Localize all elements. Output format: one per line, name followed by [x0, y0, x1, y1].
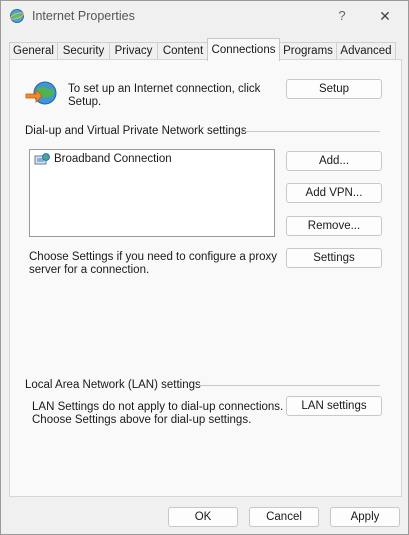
ok-button[interactable]: OK: [168, 507, 238, 527]
apply-button[interactable]: Apply: [330, 507, 400, 527]
dialup-group-divider: [240, 131, 380, 132]
proxy-settings-line1: Choose Settings if you need to configure…: [29, 251, 278, 263]
setup-instructions-line1: To set up an Internet connection, click: [68, 83, 261, 95]
tab-security[interactable]: Security: [57, 42, 110, 60]
internet-setup-icon: [25, 81, 57, 105]
connection-name: Broadband Connection: [54, 153, 172, 165]
dialup-group-label: Dial-up and Virtual Private Network sett…: [25, 125, 247, 137]
lan-group-divider: [198, 385, 380, 386]
settings-button[interactable]: Settings: [286, 248, 382, 268]
tab-programs[interactable]: Programs: [279, 42, 337, 60]
tab-content[interactable]: Content: [157, 42, 209, 60]
lan-settings-button[interactable]: LAN settings: [286, 396, 382, 416]
lan-info-line1: LAN Settings do not apply to dial-up con…: [32, 401, 284, 413]
remove-connection-button[interactable]: Remove...: [286, 216, 382, 236]
setup-instructions-line2: Setup.: [68, 96, 102, 108]
connections-listbox[interactable]: Broadband Connection: [29, 149, 275, 237]
add-vpn-button[interactable]: Add VPN...: [286, 183, 382, 203]
tab-connections[interactable]: Connections: [207, 38, 280, 61]
network-connection-icon: [34, 153, 50, 165]
add-connection-button[interactable]: Add...: [286, 151, 382, 171]
lan-group-label: Local Area Network (LAN) settings: [25, 379, 201, 391]
lan-info-line2: Choose Settings above for dial-up settin…: [32, 414, 252, 426]
internet-globe-icon: [9, 9, 25, 23]
proxy-settings-line2: server for a connection.: [29, 264, 150, 276]
setup-button[interactable]: Setup: [286, 79, 382, 99]
title-bar: Internet Properties ? ✕: [1, 1, 408, 33]
close-button[interactable]: ✕: [371, 5, 399, 27]
cancel-button[interactable]: Cancel: [249, 507, 319, 527]
help-button[interactable]: ?: [332, 5, 352, 27]
internet-properties-window: Internet Properties ? ✕ General Security…: [0, 0, 409, 535]
tab-privacy[interactable]: Privacy: [109, 42, 158, 60]
window-title: Internet Properties: [32, 9, 135, 23]
tab-advanced[interactable]: Advanced: [336, 42, 396, 60]
tab-general[interactable]: General: [9, 42, 58, 60]
